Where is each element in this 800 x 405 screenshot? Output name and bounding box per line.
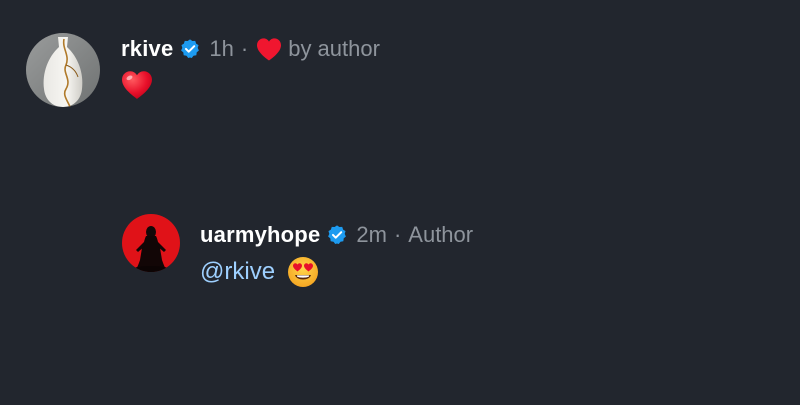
person-red-background-icon xyxy=(122,214,180,272)
liked-by-author-label: by author xyxy=(288,36,380,61)
comment-rkive: rkive 1h · by author xyxy=(26,33,380,107)
author-label: Author xyxy=(408,222,474,247)
mention-link[interactable]: @rkive xyxy=(200,258,275,286)
comment-uarmyhope: uarmyhope 2m · Author @rkive xyxy=(122,214,473,288)
separator-dot: · xyxy=(240,36,249,61)
verified-badge-icon xyxy=(326,224,348,246)
avatar[interactable] xyxy=(122,214,180,272)
comment-text xyxy=(121,69,380,101)
comment-meta: rkive 1h · by author xyxy=(121,33,380,65)
username[interactable]: rkive xyxy=(121,36,173,62)
vase-photo-icon xyxy=(26,33,100,107)
comment-body: rkive 1h · by author xyxy=(121,33,380,101)
heart-eyes-emoji-icon xyxy=(287,256,319,288)
verified-badge-icon xyxy=(179,38,201,60)
comment-meta: uarmyhope 2m · Author xyxy=(200,214,473,256)
timestamp: 2m xyxy=(356,222,387,247)
username[interactable]: uarmyhope xyxy=(200,222,320,248)
avatar[interactable] xyxy=(26,33,100,107)
timestamp: 1h xyxy=(209,36,234,61)
comment-text: @rkive xyxy=(200,256,473,288)
separator-dot: · xyxy=(393,222,402,247)
comments-thread: rkive 1h · by author uarmyhope 2m · Auth… xyxy=(0,0,800,405)
liked-heart-icon xyxy=(255,36,283,62)
comment-body: uarmyhope 2m · Author @rkive xyxy=(200,214,473,288)
red-heart-emoji-icon xyxy=(120,69,154,101)
